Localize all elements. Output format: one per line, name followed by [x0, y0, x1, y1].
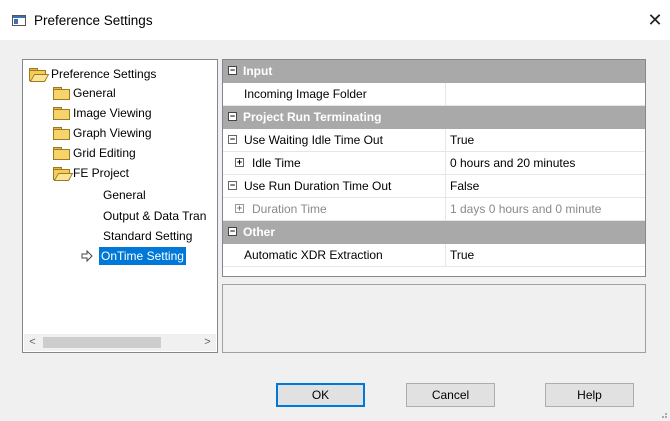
tree-item-label: Output & Data Tran	[103, 209, 207, 223]
title-bar: Preference Settings ✕	[0, 0, 670, 40]
open-folder-icon	[29, 68, 50, 82]
property-value-disabled: 1 days 0 hours and 0 minute	[445, 198, 646, 220]
category-project-run[interactable]: − Project Run Terminating	[223, 106, 645, 129]
property-value[interactable]: False	[445, 175, 646, 197]
property-name: Automatic XDR Extraction	[244, 248, 383, 262]
preference-tree[interactable]: Preference Settings General Image Viewin…	[22, 59, 218, 353]
scroll-left-icon[interactable]: <	[24, 334, 41, 351]
tree-item-label: Image Viewing	[73, 106, 152, 120]
property-value[interactable]: 0 hours and 20 minutes	[445, 152, 646, 174]
tree-item-label: Standard Setting	[103, 229, 193, 243]
current-arrow-icon	[81, 249, 93, 263]
expand-icon[interactable]: +	[235, 204, 244, 213]
property-name: Idle Time	[252, 156, 301, 170]
close-icon[interactable]: ✕	[644, 8, 666, 32]
cancel-button[interactable]: Cancel	[406, 383, 495, 407]
category-label: Project Run Terminating	[243, 110, 382, 124]
collapse-icon[interactable]: −	[228, 135, 237, 144]
open-folder-icon	[53, 167, 74, 181]
collapse-icon[interactable]: −	[228, 227, 237, 236]
expand-icon[interactable]: +	[235, 158, 244, 167]
tree-item-label: FE Project	[73, 166, 130, 180]
property-name: Use Waiting Idle Time Out	[244, 133, 383, 147]
property-row-duration-time[interactable]: + Duration Time 1 days 0 hours and 0 min…	[223, 198, 645, 221]
property-grid[interactable]: − Input Incoming Image Folder − Project …	[222, 59, 646, 277]
property-description-panel	[222, 284, 646, 353]
collapse-icon[interactable]: −	[228, 66, 237, 75]
window-title: Preference Settings	[34, 13, 153, 28]
property-row-idle-time[interactable]: + Idle Time 0 hours and 20 minutes	[223, 152, 645, 175]
folder-icon	[53, 127, 70, 140]
tree-item-label-selected: OnTime Setting	[99, 247, 186, 265]
property-row-xdr[interactable]: Automatic XDR Extraction True	[223, 244, 645, 267]
category-input[interactable]: − Input	[223, 60, 645, 83]
category-other[interactable]: − Other	[223, 221, 645, 244]
property-row-run-duration[interactable]: − Use Run Duration Time Out False	[223, 175, 645, 198]
property-row-waiting-idle[interactable]: − Use Waiting Idle Time Out True	[223, 129, 645, 152]
scroll-right-icon[interactable]: >	[199, 334, 216, 351]
ok-button[interactable]: OK	[276, 383, 365, 407]
collapse-icon[interactable]: −	[228, 112, 237, 121]
property-value[interactable]	[445, 83, 646, 105]
resize-grip-icon[interactable]	[658, 409, 668, 419]
property-row-incoming-folder[interactable]: Incoming Image Folder	[223, 83, 645, 106]
window-app-icon	[12, 15, 26, 26]
folder-icon	[53, 147, 70, 160]
help-button[interactable]: Help	[545, 383, 634, 407]
property-name-disabled: Duration Time	[252, 202, 327, 216]
tree-root-label: Preference Settings	[51, 67, 157, 81]
tree-item-label: General	[73, 86, 116, 100]
property-value[interactable]: True	[445, 244, 646, 266]
collapse-icon[interactable]: −	[228, 181, 237, 190]
tree-item-label: Graph Viewing	[73, 126, 152, 140]
scroll-thumb[interactable]	[43, 337, 161, 348]
folder-icon	[53, 87, 70, 100]
property-value[interactable]: True	[445, 129, 646, 151]
category-label: Other	[243, 225, 276, 239]
tree-item-label: General	[103, 188, 146, 202]
property-name: Use Run Duration Time Out	[244, 179, 392, 193]
category-label: Input	[243, 64, 273, 78]
tree-item-label: Grid Editing	[73, 146, 136, 160]
property-name: Incoming Image Folder	[244, 87, 367, 101]
tree-horizontal-scrollbar[interactable]: < >	[24, 334, 216, 351]
folder-icon	[53, 107, 70, 120]
